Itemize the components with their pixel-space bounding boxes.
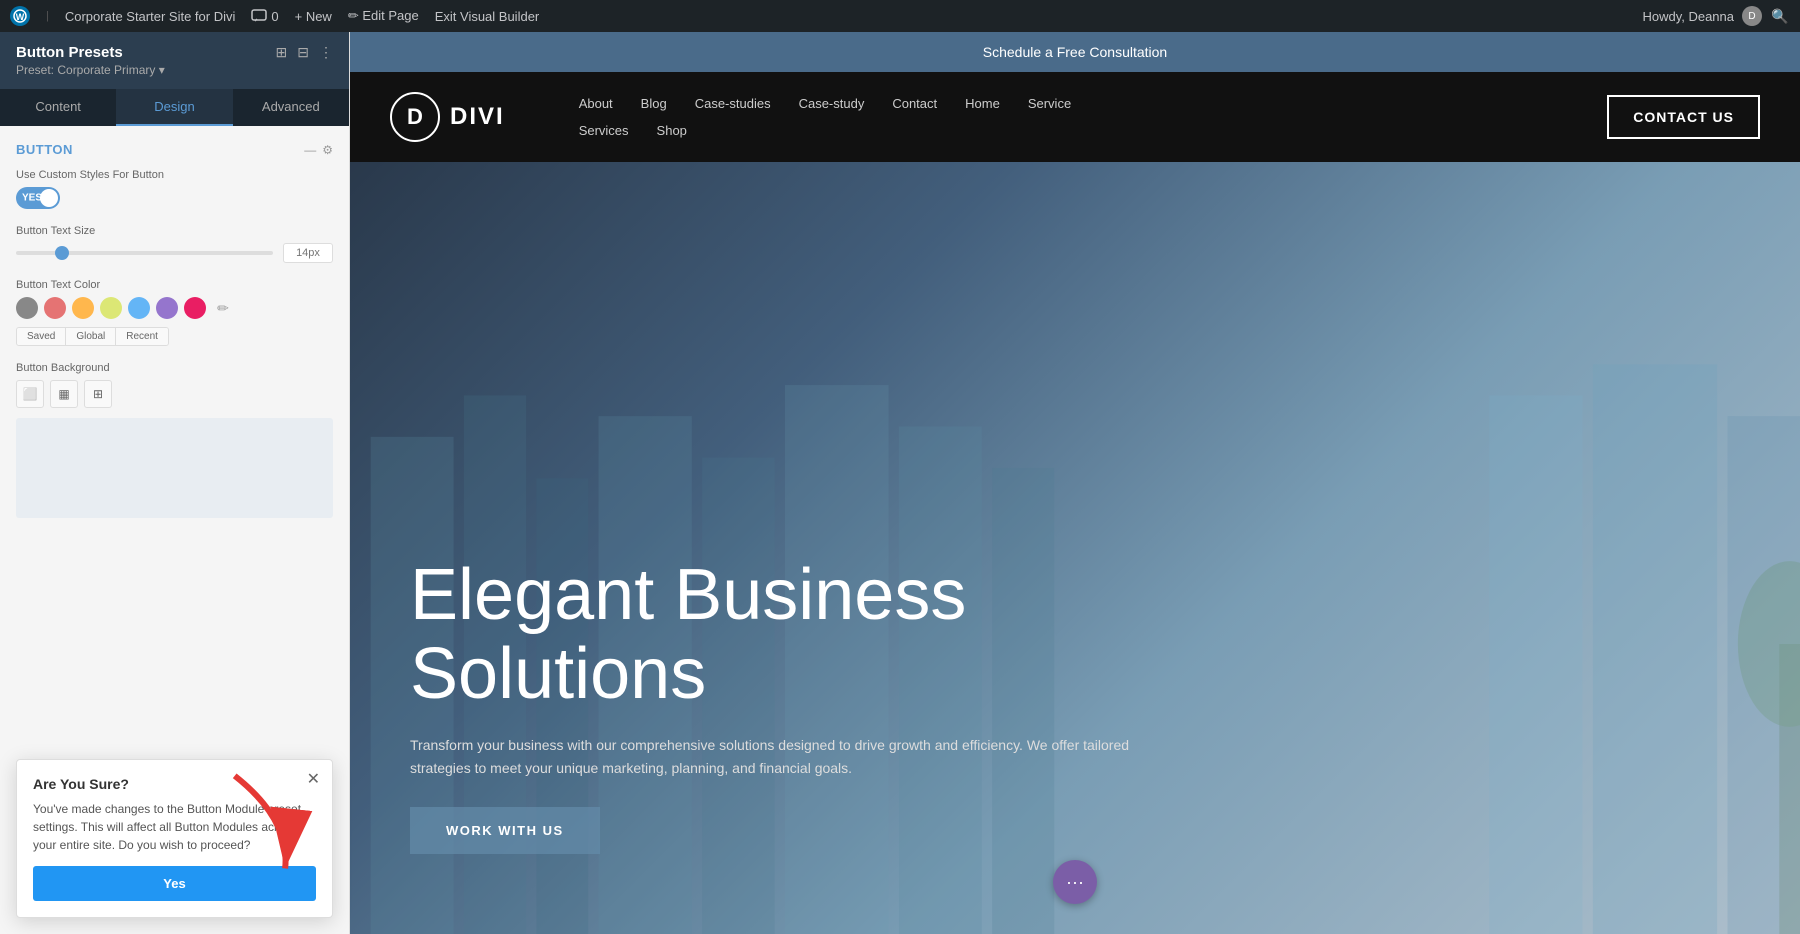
section-settings-icon[interactable]: ⚙ (322, 143, 333, 157)
nav-services[interactable]: Services (565, 117, 643, 144)
nav-about[interactable]: About (565, 90, 627, 117)
wp-admin-bar: W | Corporate Starter Site for Divi 0 + … (0, 0, 1800, 32)
hero-title: Elegant BusinessSolutions (410, 556, 1740, 714)
text-size-label: Button Text Size (16, 225, 333, 237)
slider-thumb[interactable] (55, 246, 69, 260)
toggle-wrap: YES (16, 187, 333, 209)
floating-menu-button[interactable]: ··· (1053, 860, 1097, 904)
preset-tab-global[interactable]: Global (66, 328, 116, 345)
color-swatch-yellow[interactable] (100, 297, 122, 319)
nav-row-primary: About Blog Case-studies Case-study Conta… (565, 90, 1086, 117)
dialog-close-button[interactable]: ✕ (307, 772, 320, 788)
avatar: D (1742, 6, 1762, 26)
preset-tabs: Saved Global Recent (16, 327, 169, 346)
howdy-text: Howdy, Deanna (1642, 9, 1734, 24)
site-nav: About Blog Case-studies Case-study Conta… (565, 90, 1086, 144)
bg-label: Button Background (16, 362, 333, 374)
slider-row (16, 243, 333, 263)
preset-label[interactable]: Preset: Corporate Primary ▾ (16, 63, 333, 77)
bg-image-icon[interactable]: ⊞ (84, 380, 112, 408)
top-banner[interactable]: Schedule a Free Consultation (350, 32, 1800, 72)
hero-section: Elegant BusinessSolutions Transform your… (350, 162, 1800, 934)
panel-icon-grid[interactable]: ⊞ (276, 44, 288, 61)
dialog-yes-button[interactable]: Yes (33, 866, 316, 901)
bg-color-icon[interactable]: ⬜ (16, 380, 44, 408)
nav-case-studies[interactable]: Case-studies (681, 90, 785, 117)
section-title-button: Button (16, 142, 73, 157)
text-size-slider[interactable] (16, 251, 273, 255)
are-you-sure-dialog: Are You Sure? ✕ You've made changes to t… (16, 759, 333, 918)
svg-text:W: W (16, 12, 25, 22)
color-swatch-gray[interactable] (16, 297, 38, 319)
site-name-link[interactable]: Corporate Starter Site for Divi (65, 9, 236, 24)
edit-page-button[interactable]: ✏ Edit Page (348, 8, 419, 24)
comment-count: 0 (271, 9, 278, 24)
user-menu[interactable]: Howdy, Deanna D 🔍 (1642, 6, 1790, 26)
tab-content[interactable]: Content (0, 89, 116, 126)
left-panel: Button Presets ⊞ ⊟ ⋮ Preset: Corporate P… (0, 32, 350, 934)
panel-icons: ⊞ ⊟ ⋮ (276, 44, 333, 61)
text-color-label: Button Text Color (16, 279, 333, 291)
panel-header: Button Presets ⊞ ⊟ ⋮ Preset: Corporate P… (0, 32, 349, 89)
bg-gradient-icon[interactable]: ▦ (50, 380, 78, 408)
custom-styles-toggle[interactable]: YES (16, 187, 60, 209)
color-swatch-purple[interactable] (156, 297, 178, 319)
button-preview-box (16, 418, 333, 518)
custom-styles-field: Use Custom Styles For Button YES (16, 169, 333, 209)
nav-service[interactable]: Service (1014, 90, 1085, 117)
search-icon[interactable]: 🔍 (1770, 6, 1790, 26)
color-swatch-blue[interactable] (128, 297, 150, 319)
wp-logo-icon[interactable]: W (10, 6, 30, 26)
new-button[interactable]: + New (295, 9, 332, 24)
color-picker-icon[interactable]: ✏ (212, 297, 234, 319)
dialog-title: Are You Sure? (33, 776, 316, 792)
nav-shop[interactable]: Shop (643, 117, 701, 144)
site-header: D DIVI About Blog Case-studies Case-stud… (350, 72, 1800, 162)
bg-icons: ⬜ ▦ ⊞ (16, 380, 333, 408)
section-collapse-icon[interactable]: — (304, 143, 316, 157)
nav-contact[interactable]: Contact (878, 90, 951, 117)
nav-blog[interactable]: Blog (627, 90, 681, 117)
color-swatch-red[interactable] (44, 297, 66, 319)
text-size-input[interactable] (283, 243, 333, 263)
dialog-message: You've made changes to the Button Module… (33, 800, 316, 854)
bg-field: Button Background ⬜ ▦ ⊞ (16, 362, 333, 518)
site-preview: Schedule a Free Consultation D DIVI Abou… (350, 32, 1800, 934)
color-swatches: ✏ (16, 297, 333, 319)
panel-tabs: Content Design Advanced (0, 89, 349, 126)
toggle-value-label: YES (22, 193, 42, 204)
site-logo[interactable]: D DIVI (390, 92, 505, 142)
main-layout: Button Presets ⊞ ⊟ ⋮ Preset: Corporate P… (0, 32, 1800, 934)
comments-button[interactable]: 0 (251, 9, 278, 24)
hero-subtitle: Transform your business with our compreh… (410, 734, 1160, 779)
section-controls: — ⚙ (304, 143, 333, 157)
nav-home[interactable]: Home (951, 90, 1014, 117)
text-size-field: Button Text Size (16, 225, 333, 263)
bar-separator: | (46, 10, 49, 22)
panel-icon-more[interactable]: ⋮ (319, 44, 333, 61)
panel-title: Button Presets (16, 44, 123, 61)
text-color-field: Button Text Color ✏ Saved Global Recent (16, 279, 333, 346)
tab-advanced[interactable]: Advanced (233, 89, 349, 126)
color-swatch-orange[interactable] (72, 297, 94, 319)
button-section-header: Button — ⚙ (16, 142, 333, 157)
logo-letter: D (407, 104, 423, 130)
logo-name: DIVI (450, 103, 505, 131)
hero-content: Elegant BusinessSolutions Transform your… (410, 556, 1740, 854)
nav-case-study[interactable]: Case-study (785, 90, 879, 117)
toggle-label: Use Custom Styles For Button (16, 169, 333, 181)
logo-circle: D (390, 92, 440, 142)
preset-tab-saved[interactable]: Saved (17, 328, 66, 345)
tab-design[interactable]: Design (116, 89, 232, 126)
dialog-overlay: Are You Sure? ✕ You've made changes to t… (0, 743, 349, 934)
panel-icon-columns[interactable]: ⊟ (297, 44, 309, 61)
nav-row-secondary: Services Shop (565, 117, 701, 144)
preset-tab-recent[interactable]: Recent (116, 328, 168, 345)
exit-visual-builder-button[interactable]: Exit Visual Builder (435, 9, 540, 24)
contact-us-button[interactable]: CONTACT US (1607, 95, 1760, 139)
work-with-us-button[interactable]: WORK WITH US (410, 807, 600, 854)
color-swatch-pink[interactable] (184, 297, 206, 319)
